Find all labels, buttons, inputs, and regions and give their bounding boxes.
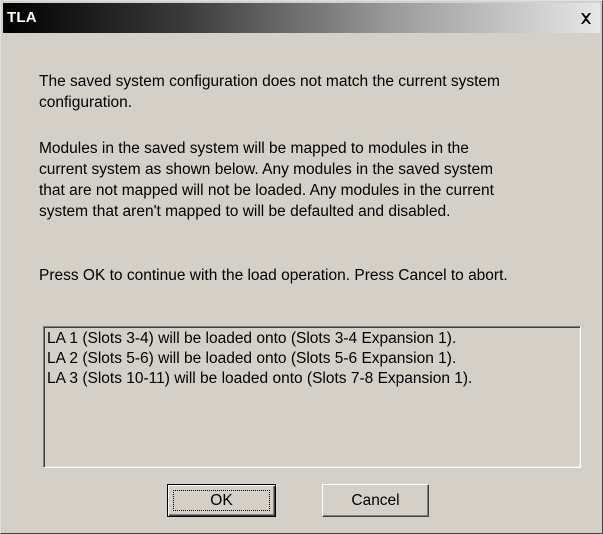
dialog-window: TLA The saved system configuration does … [0, 0, 603, 534]
list-item: LA 1 (Slots 3-4) will be loaded onto (Sl… [47, 330, 457, 347]
ok-button[interactable]: OK [167, 484, 276, 517]
close-button[interactable] [575, 7, 597, 29]
message-paragraph-instructions: Press OK to continue with the load opera… [39, 267, 508, 284]
cancel-button[interactable]: Cancel [322, 484, 429, 517]
message-paragraph-mismatch: The saved system configuration does not … [39, 73, 500, 111]
ok-button-label: OK [210, 491, 233, 509]
close-icon [581, 12, 591, 24]
message-paragraph-mapping: Modules in the saved system will be mapp… [39, 140, 494, 220]
window-title: TLA [7, 9, 37, 26]
list-item: LA 3 (Slots 10-11) will be loaded onto (… [47, 370, 473, 387]
cancel-button-label: Cancel [351, 491, 400, 509]
title-bar[interactable]: TLA [3, 3, 600, 33]
list-item: LA 2 (Slots 5-6) will be loaded onto (Sl… [47, 350, 457, 367]
module-mapping-list[interactable]: LA 1 (Slots 3-4) will be loaded onto (Sl… [43, 326, 581, 468]
